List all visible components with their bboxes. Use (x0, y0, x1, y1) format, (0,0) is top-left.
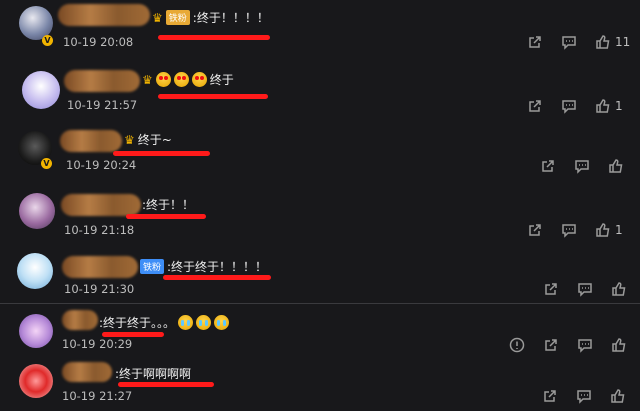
comment-time: 10-19 21:30 (64, 282, 135, 296)
comment-text: :终于啊啊啊啊 (115, 365, 191, 382)
comment-text: 铁粉 :终于终于！！！！ (140, 258, 267, 275)
user-avatar[interactable] (19, 314, 53, 348)
heart-eyes-emoji-icon (173, 72, 189, 87)
red-underline (118, 382, 214, 387)
comment-actions (543, 281, 627, 297)
comment-time: 10-19 20:08 (63, 35, 134, 49)
comment-icon[interactable] (561, 98, 577, 114)
comment-time: 10-19 21:18 (64, 223, 135, 237)
thumbs-up-icon[interactable] (611, 337, 627, 353)
comment-item: :终于啊啊啊啊 10-19 21:27 (0, 356, 640, 411)
share-icon[interactable] (543, 281, 559, 297)
comment-text: ♛ 铁粉 :终于！！！！ (152, 9, 269, 26)
comment-item: 铁粉 :终于终于！！！！ 10-19 21:30 (0, 244, 640, 302)
verified-badge-icon: V (42, 35, 53, 46)
comment-text: :终于终于。。。 (99, 314, 230, 331)
comment-content: 终于 (209, 73, 234, 87)
username-blurred (58, 4, 150, 26)
fan-badge: 铁粉 (140, 259, 165, 274)
comment-item: ♛ 终于 10-19 21:57 1 (0, 62, 640, 122)
comment-content: :终于！！！！ (192, 11, 269, 25)
crown-icon: ♛ (142, 72, 153, 87)
comment-icon[interactable] (561, 34, 577, 50)
comment-actions: 11 (527, 34, 630, 50)
red-underline (158, 94, 268, 99)
thumbs-up-icon[interactable] (608, 158, 624, 174)
comment-actions (509, 337, 627, 353)
verified-badge-icon: V (41, 158, 52, 169)
comment-icon[interactable] (576, 388, 592, 404)
comment-icon[interactable] (577, 337, 593, 353)
like-count: 1 (615, 99, 623, 113)
comment-content: :终于！！ (142, 198, 195, 212)
like-count: 11 (615, 35, 631, 49)
comment-content: 终于~ (137, 133, 172, 147)
comment-actions (540, 158, 624, 174)
crying-emoji-icon (214, 315, 230, 330)
comment-content: :终于啊啊啊啊 (115, 367, 192, 381)
thumbs-up-icon[interactable] (595, 222, 611, 238)
share-icon[interactable] (543, 337, 559, 353)
username-blurred (62, 310, 98, 330)
comment-actions: 1 (527, 98, 623, 114)
username-blurred (62, 362, 112, 382)
user-avatar[interactable] (17, 253, 53, 289)
share-icon[interactable] (527, 98, 543, 114)
share-icon[interactable] (540, 158, 556, 174)
crying-emoji-icon (178, 315, 194, 330)
user-avatar[interactable] (22, 71, 60, 109)
comment-time: 10-19 20:29 (62, 337, 133, 351)
heart-eyes-emoji-icon (191, 72, 207, 87)
crying-emoji-icon (196, 315, 212, 330)
comment-icon[interactable] (561, 222, 577, 238)
heart-eyes-emoji-icon (155, 72, 171, 87)
comment-time: 10-19 20:24 (66, 158, 137, 172)
comment-actions: 1 (527, 222, 623, 238)
fan-badge: 铁粉 (165, 10, 190, 25)
comment-actions (542, 388, 626, 404)
thumbs-up-icon[interactable] (595, 34, 611, 50)
comment-time: 10-19 21:57 (67, 98, 138, 112)
username-blurred (61, 194, 141, 216)
comment-text: ♛ 终于~ (124, 131, 172, 148)
crown-icon: ♛ (124, 132, 135, 147)
thumbs-up-icon[interactable] (611, 281, 627, 297)
report-icon[interactable] (509, 337, 525, 353)
like-count: 1 (615, 223, 623, 237)
comment-item: :终于！！ 10-19 21:18 1 (0, 184, 640, 244)
comment-icon[interactable] (574, 158, 590, 174)
share-icon[interactable] (527, 222, 543, 238)
red-underline (113, 151, 210, 156)
share-icon[interactable] (527, 34, 543, 50)
comment-text: :终于！！ (142, 196, 194, 213)
comment-item: V ♛ 铁粉 :终于！！！！ 10-19 20:08 11 (0, 0, 640, 62)
username-blurred (64, 70, 140, 92)
crown-icon: ♛ (152, 10, 163, 25)
comment-content: :终于终于。。。 (99, 316, 176, 330)
comment-time: 10-19 21:27 (62, 389, 133, 403)
thumbs-up-icon[interactable] (610, 388, 626, 404)
comment-icon[interactable] (577, 281, 593, 297)
username-blurred (62, 256, 138, 278)
red-underline (158, 35, 270, 40)
user-avatar[interactable] (19, 193, 55, 229)
user-avatar[interactable] (19, 364, 53, 398)
comment-text: ♛ 终于 (142, 71, 234, 88)
comment-content: :终于终于！！！！ (167, 260, 268, 274)
comment-panel: { "comments": [ {"text":":终于！！！！","badge… (0, 0, 640, 411)
comment-item: V ♛ 终于~ 10-19 20:24 (0, 122, 640, 184)
comment-item: :终于终于。。。 10-19 20:29 (0, 304, 640, 356)
thumbs-up-icon[interactable] (595, 98, 611, 114)
username-blurred (60, 130, 122, 152)
red-underline (163, 275, 271, 280)
red-underline (126, 214, 206, 219)
share-icon[interactable] (542, 388, 558, 404)
